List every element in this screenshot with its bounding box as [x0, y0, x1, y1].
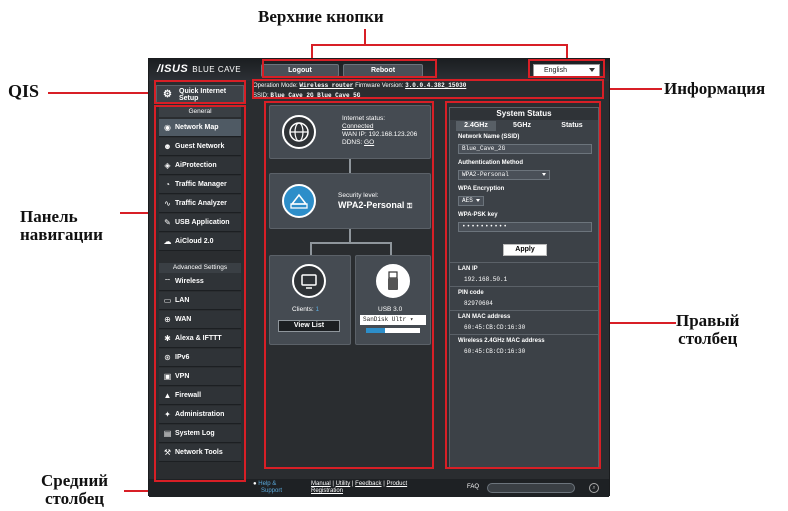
- faq-label: FAQ: [467, 484, 480, 490]
- utility-link[interactable]: Utility: [336, 481, 351, 487]
- callout-middle-col-line1: Средний: [41, 471, 109, 490]
- help-support-link[interactable]: ● Help & Support: [253, 481, 282, 495]
- callout-nav-panel-line1: Панель: [20, 207, 78, 226]
- callout-line-top-v-mid: [364, 29, 366, 45]
- callout-right-col-line1: Правый: [676, 311, 740, 330]
- asus-logo: /ISUS BLUE CAVE: [157, 63, 241, 75]
- highlight-info: [252, 79, 604, 99]
- product-link[interactable]: Product: [386, 481, 407, 487]
- help-line1: ● Help &: [253, 481, 277, 487]
- callout-line-qis: [48, 92, 154, 94]
- callout-line-info: [604, 88, 662, 90]
- callout-qis: QIS: [8, 81, 40, 101]
- highlight-language: [528, 59, 605, 78]
- feedback-link[interactable]: Feedback: [355, 481, 381, 487]
- highlight-qis: [154, 80, 246, 104]
- callout-right-col-line2: столбец: [678, 329, 738, 348]
- logo-model: BLUE CAVE: [192, 65, 242, 74]
- highlight-top-buttons-left: [262, 59, 437, 78]
- callout-line-top-h: [311, 44, 567, 46]
- callout-nav-panel-line2: навигации: [20, 225, 103, 244]
- callout-top-buttons: Верхние кнопки: [258, 7, 384, 26]
- highlight-right: [445, 101, 601, 469]
- callout-right-col: Правый столбец: [676, 312, 739, 348]
- footer-links-line1: Manual | Utility | Feedback | Product: [311, 481, 408, 487]
- logo-brand: /ISUS: [157, 63, 189, 75]
- help-line2: Support: [261, 488, 283, 494]
- manual-link[interactable]: Manual: [311, 481, 331, 487]
- highlight-middle: [264, 101, 434, 469]
- callout-middle-col-line2: столбец: [44, 489, 105, 508]
- registration-link[interactable]: Registration: [311, 488, 407, 495]
- highlight-nav: [154, 105, 246, 482]
- faq-search-input[interactable]: [487, 483, 575, 493]
- callout-info: Информация: [664, 79, 766, 98]
- search-icon[interactable]: ⌕: [589, 483, 599, 493]
- help-icon: ●: [253, 481, 257, 487]
- footer-links: Manual | Utility | Feedback | Product Re…: [311, 481, 407, 495]
- callout-line-right: [600, 322, 676, 324]
- callout-middle-col: Средний столбец: [41, 472, 108, 508]
- callout-nav-panel: Панель навигации: [20, 208, 103, 244]
